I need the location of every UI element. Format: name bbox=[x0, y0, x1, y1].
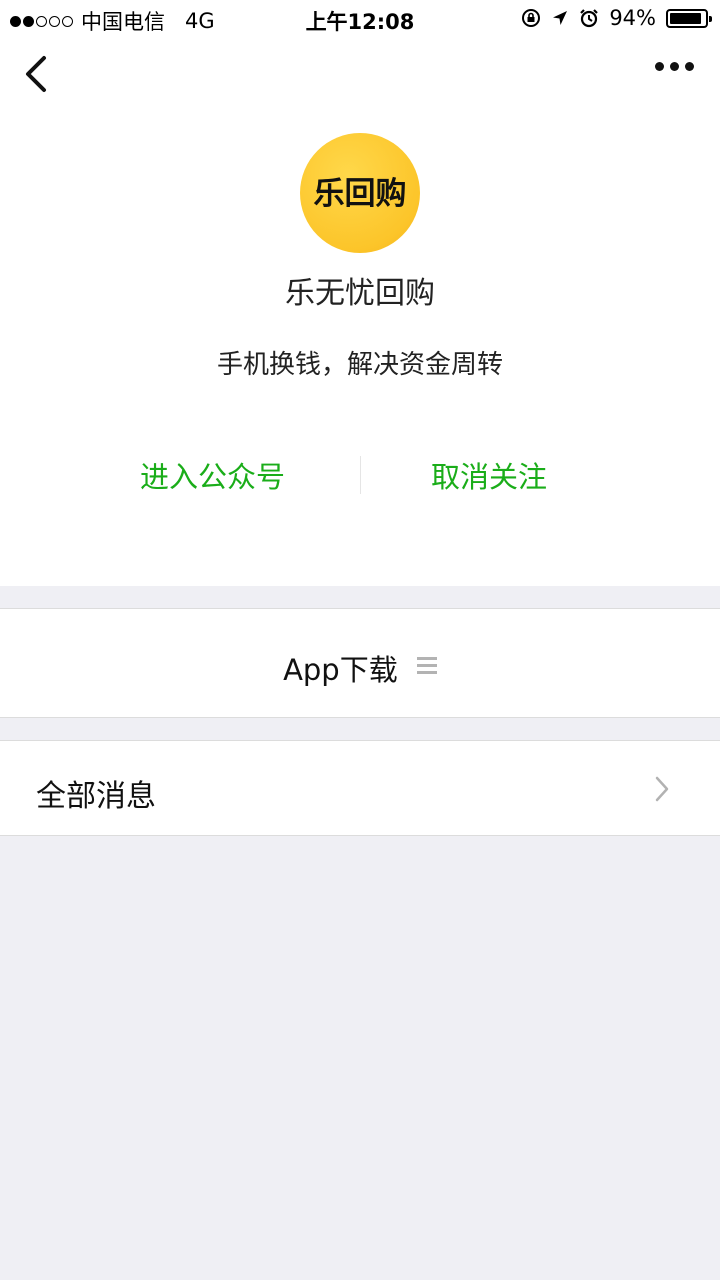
status-bar: 中国电信 4G 上午12:08 94% bbox=[0, 0, 720, 36]
location-arrow-icon bbox=[553, 11, 568, 25]
more-dots-icon[interactable] bbox=[655, 62, 694, 71]
menu-bar: App下载 bbox=[0, 608, 720, 718]
profile-card: 乐回购 乐无忧回购 手机换钱，解决资金周转 进入公众号 取消关注 bbox=[0, 36, 720, 586]
account-name: 乐无忧回购 bbox=[285, 276, 435, 311]
avatar: 乐回购 bbox=[300, 133, 420, 253]
battery-percent: 94% bbox=[609, 6, 656, 30]
enter-account-button[interactable]: 进入公众号 bbox=[140, 454, 285, 496]
menu-lines-icon bbox=[416, 657, 437, 675]
action-divider bbox=[360, 456, 361, 494]
all-messages-row[interactable]: 全部消息 bbox=[0, 740, 720, 836]
chevron-left-icon[interactable] bbox=[18, 54, 58, 94]
account-description: 手机换钱，解决资金周转 bbox=[216, 350, 503, 380]
screen: 中国电信 4G 上午12:08 94% 乐回购 乐无忧回购 手机换钱，解决资金周… bbox=[0, 0, 720, 1280]
chevron-right-icon bbox=[655, 776, 669, 802]
unfollow-button[interactable]: 取消关注 bbox=[431, 454, 547, 496]
menu-item-app-download[interactable]: App下载 bbox=[0, 647, 720, 689]
status-right: 94% bbox=[521, 6, 712, 30]
svg-text:乐回购: 乐回购 bbox=[314, 176, 407, 211]
all-messages-label: 全部消息 bbox=[36, 779, 156, 814]
logo-icon: 乐回购 bbox=[314, 176, 407, 211]
rotation-lock-icon bbox=[522, 9, 541, 27]
alarm-icon bbox=[580, 9, 599, 28]
battery-icon bbox=[666, 8, 712, 28]
menu-item-label: App下载 bbox=[283, 653, 398, 687]
